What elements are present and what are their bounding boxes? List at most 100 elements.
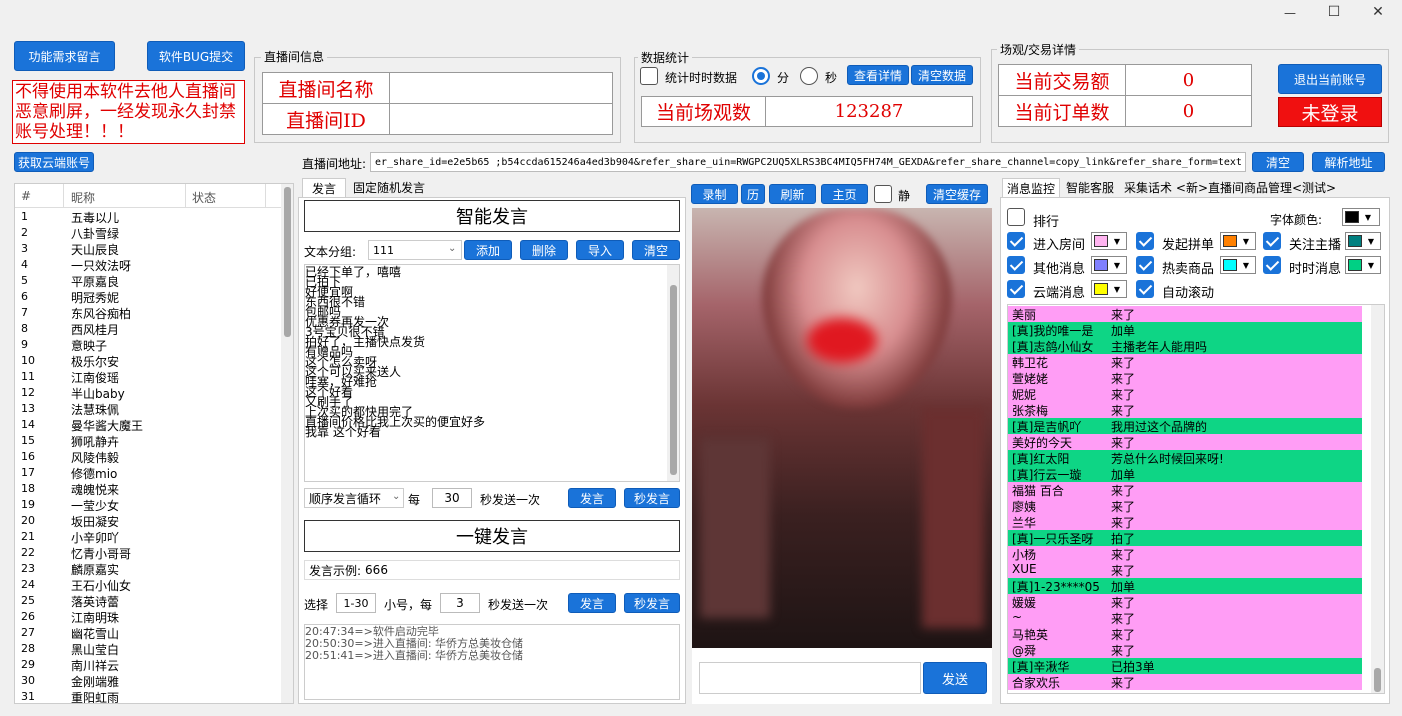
message-row[interactable]: [真]行云一璇 加单 <box>1008 466 1362 482</box>
home-button[interactable]: 主页 <box>821 184 868 204</box>
tab-fixed-random[interactable]: 固定随机发言 <box>348 178 430 197</box>
refresh-button[interactable]: 刷新 <box>769 184 816 204</box>
realtime-stats-checkbox[interactable] <box>640 67 658 85</box>
phrases-scroll-thumb[interactable] <box>670 285 677 475</box>
message-row[interactable]: 妮妮 来了 <box>1008 386 1362 402</box>
message-row[interactable]: 小杨 来了 <box>1008 546 1362 562</box>
message-row[interactable]: ~ 来了 <box>1008 610 1362 626</box>
user-row[interactable]: 10 极乐尔安 <box>15 353 281 369</box>
option-color-picker[interactable]: ▼ <box>1345 232 1381 250</box>
message-row[interactable]: 马艳英 来了 <box>1008 626 1362 642</box>
user-row[interactable]: 9 意映子 <box>15 337 281 353</box>
user-row[interactable]: 21 小辛卯吖 <box>15 529 281 545</box>
speak-button-2[interactable]: 发言 <box>568 593 616 613</box>
user-row[interactable]: 25 落英诗蕾 <box>15 593 281 609</box>
option-color-picker[interactable]: ▼ <box>1220 232 1256 250</box>
user-row[interactable]: 22 忆青小哥哥 <box>15 545 281 561</box>
monitor-tab[interactable]: 采集话术 <box>1120 178 1176 197</box>
message-row[interactable]: 韩卫花 来了 <box>1008 354 1362 370</box>
font-color-picker[interactable]: ▼ <box>1342 208 1380 226</box>
message-row[interactable]: 萱姥姥 来了 <box>1008 370 1362 386</box>
option-color-picker[interactable]: ▼ <box>1345 256 1381 274</box>
user-row[interactable]: 27 幽花雪山 <box>15 625 281 641</box>
clear-address-button[interactable]: 清空 <box>1252 152 1304 172</box>
feature-request-button[interactable]: 功能需求留言 <box>14 41 115 71</box>
user-row[interactable]: 17 修德mio <box>15 465 281 481</box>
monitor-option-checkbox[interactable] <box>1263 232 1281 250</box>
user-row[interactable]: 30 金刚端雅 <box>15 673 281 689</box>
option-color-picker[interactable]: ▼ <box>1220 256 1256 274</box>
user-row[interactable]: 16 风陵伟毅 <box>15 449 281 465</box>
user-row[interactable]: 31 重阳虹雨 <box>15 689 281 703</box>
bug-report-button[interactable]: 软件BUG提交 <box>147 41 245 71</box>
speak-button[interactable]: 发言 <box>568 488 616 508</box>
monitor-tab[interactable]: 消息监控 <box>1002 178 1060 197</box>
message-row[interactable]: XUE 来了 <box>1008 562 1362 578</box>
user-row[interactable]: 2 八卦雪绿 <box>15 225 281 241</box>
user-row[interactable]: 28 黑山莹白 <box>15 641 281 657</box>
monitor-option-checkbox[interactable] <box>1007 256 1025 274</box>
message-row[interactable]: 合家欢乐 来了 <box>1008 674 1362 690</box>
monitor-option-checkbox[interactable] <box>1136 256 1154 274</box>
message-row[interactable]: [真]我的唯一是 加单 <box>1008 322 1362 338</box>
message-row[interactable]: @舜 来了 <box>1008 642 1362 658</box>
second-radio[interactable] <box>800 67 818 85</box>
clear-data-button[interactable]: 清空数据 <box>911 65 973 85</box>
user-row[interactable]: 4 一只效法呀 <box>15 257 281 273</box>
minimize-button[interactable]: — <box>1280 6 1300 24</box>
sec-speak-button-2[interactable]: 秒发言 <box>624 593 680 613</box>
select-range-input[interactable]: 1-30 <box>336 593 376 613</box>
clear-cache-button[interactable]: 清空缓存 <box>926 184 988 204</box>
message-scrollbar[interactable] <box>1371 305 1384 693</box>
interval-input[interactable]: 30 <box>432 488 472 508</box>
maximize-button[interactable]: ☐ <box>1324 4 1344 24</box>
message-row[interactable]: 张茶梅 来了 <box>1008 402 1362 418</box>
option-color-picker[interactable]: ▼ <box>1091 232 1127 250</box>
monitor-option-checkbox[interactable] <box>1007 232 1025 250</box>
loop-mode-select[interactable]: 顺序发言循环 ⌄ <box>304 488 404 508</box>
phrases-scrollbar[interactable] <box>667 265 679 481</box>
option-color-picker[interactable]: ▼ <box>1091 256 1127 274</box>
user-row[interactable]: 13 法慧珠佩 <box>15 401 281 417</box>
message-row[interactable]: [真]志鸽小仙女 主播老年人能用吗 <box>1008 338 1362 354</box>
parse-address-button[interactable]: 解析地址 <box>1312 152 1385 172</box>
user-list-scroll-thumb[interactable] <box>284 187 291 337</box>
message-row[interactable]: [真]一只乐圣呀 拍了 <box>1008 530 1362 546</box>
example-field[interactable]: 发言示例: 666 <box>304 560 680 580</box>
sort-checkbox[interactable] <box>1007 208 1025 226</box>
live-video-stream[interactable] <box>692 208 992 648</box>
user-row[interactable]: 15 狮吼静卉 <box>15 433 281 449</box>
phrases-textarea[interactable]: 已经下单了，嘻嘻 已拍下 好便宜啊 东西很不错 包邮吗 优惠券再发一次 3号宝贝很不错 拍好了… <box>304 264 680 482</box>
user-row[interactable]: 1 五毒以儿 <box>15 209 281 225</box>
message-row[interactable]: [真]1-23****05 加单 <box>1008 578 1362 594</box>
sec-speak-button[interactable]: 秒发言 <box>624 488 680 508</box>
user-row[interactable]: 3 天山辰良 <box>15 241 281 257</box>
user-row[interactable]: 12 半山baby <box>15 385 281 401</box>
monitor-option-checkbox[interactable] <box>1007 280 1025 298</box>
chat-input[interactable] <box>699 662 921 694</box>
user-row[interactable]: 5 平原嘉良 <box>15 273 281 289</box>
message-row[interactable]: [真]是吉帆吖 我用过这个品牌的 <box>1008 418 1362 434</box>
user-row[interactable]: 6 明冠秀妮 <box>15 289 281 305</box>
monitor-option-checkbox[interactable] <box>1136 280 1154 298</box>
user-row[interactable]: 26 江南明珠 <box>15 609 281 625</box>
message-row[interactable]: 福猫 百合 来了 <box>1008 482 1362 498</box>
monitor-option-checkbox[interactable] <box>1263 256 1281 274</box>
user-row[interactable]: 20 坂田凝安 <box>15 513 281 529</box>
user-row[interactable]: 29 南川祥云 <box>15 657 281 673</box>
user-row[interactable]: 11 江南俊瑶 <box>15 369 281 385</box>
cloud-account-button[interactable]: 获取云端账号 <box>14 152 94 172</box>
monitor-option-checkbox[interactable] <box>1136 232 1154 250</box>
add-group-button[interactable]: 添加 <box>464 240 512 260</box>
text-group-select[interactable]: 111 ⌄ <box>368 240 462 260</box>
message-row[interactable]: [真]红太阳 芳总什么时候回来呀! <box>1008 450 1362 466</box>
message-row[interactable]: 廖姨 来了 <box>1008 498 1362 514</box>
message-row[interactable]: 媛媛 来了 <box>1008 594 1362 610</box>
tab-speak[interactable]: 发言 <box>302 178 346 197</box>
message-row[interactable]: 美好的今天 来了 <box>1008 434 1362 450</box>
history-button[interactable]: 历 <box>741 184 765 204</box>
view-details-button[interactable]: 查看详情 <box>847 65 909 85</box>
small-interval-input[interactable]: 3 <box>440 593 480 613</box>
user-row[interactable]: 7 东风谷痴柏 <box>15 305 281 321</box>
user-row[interactable]: 8 西风桂月 <box>15 321 281 337</box>
